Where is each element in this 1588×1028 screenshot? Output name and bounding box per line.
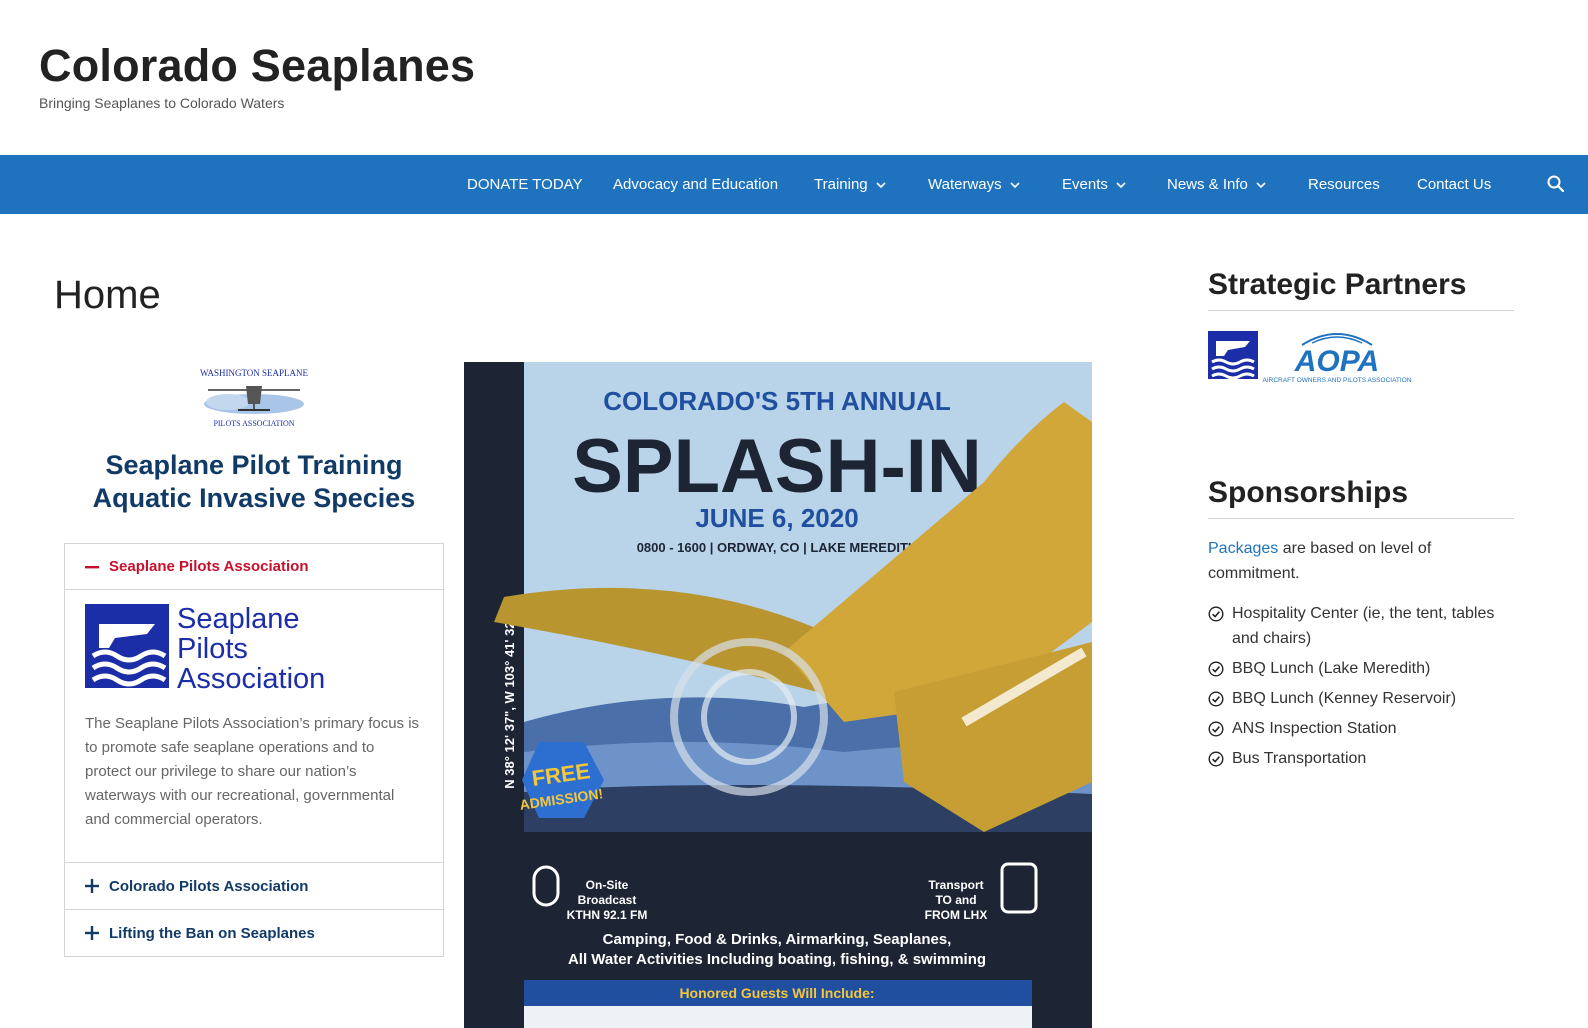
list-item: Bus Transportation <box>1208 746 1514 771</box>
nav-item-label: Events <box>1062 176 1108 193</box>
poster-broadcast-line2: Broadcast <box>578 893 637 907</box>
aopa-logo-text: AOPA <box>1294 345 1379 378</box>
chevron-down-icon <box>876 182 886 189</box>
nav-item-news[interactable]: News & Info <box>1167 155 1266 214</box>
accordion-toggle-spa[interactable]: Seaplane Pilots Association <box>65 544 443 590</box>
spa-logo-text: Seaplane Pilots Association <box>177 603 326 695</box>
list-item: Hospitality Center (ie, the tent, tables… <box>1208 601 1514 651</box>
poster-transport-line1: Transport <box>928 878 983 892</box>
nav-item-label: News & Info <box>1167 176 1248 193</box>
splash-in-poster[interactable]: N 38° 12' 37", W 103° 41' 32" COLORADO'S… <box>464 362 1092 1028</box>
spa-logo[interactable]: Seaplane Pilots Association <box>85 603 423 695</box>
heading-seaplane-training[interactable]: Seaplane Pilot Training <box>64 450 444 481</box>
site-header: Colorado Seaplanes Bringing Seaplanes to… <box>0 0 1588 155</box>
accordion-title: Seaplane Pilots Association <box>109 558 309 575</box>
check-circle-icon <box>1208 661 1224 677</box>
accordion: Seaplane Pilots Association Seaplane Pil… <box>64 543 444 957</box>
nav-item-events[interactable]: Events <box>1062 155 1126 214</box>
list-item: BBQ Lunch (Lake Meredith) <box>1208 656 1514 681</box>
chevron-down-icon <box>1010 182 1020 189</box>
poster-transport-line2: TO and <box>935 893 976 907</box>
accordion-title: Lifting the Ban on Seaplanes <box>109 924 315 942</box>
packages-link[interactable]: Packages <box>1208 540 1278 557</box>
plus-icon <box>85 926 99 940</box>
sponsorships-divider <box>1208 518 1514 519</box>
nav-item-donate[interactable]: DONATE TODAY <box>467 155 583 214</box>
minus-icon <box>85 565 99 568</box>
list-item: BBQ Lunch (Kenney Reservoir) <box>1208 686 1514 711</box>
chevron-down-icon <box>1116 182 1126 189</box>
wspa-logo[interactable]: WASHINGTON SEAPLANE PILOTS ASSOCIATION <box>198 364 310 430</box>
aopa-partner-logo[interactable]: AOPA AIRCRAFT OWNERS AND PILOTS ASSOCIAT… <box>1262 325 1412 385</box>
search-icon[interactable] <box>1546 174 1566 194</box>
nav-item-waterways[interactable]: Waterways <box>928 155 1020 214</box>
poster-activities-line2: All Water Activities Including boating, … <box>568 951 986 968</box>
partners-divider <box>1208 310 1514 311</box>
nav-item-label: Advocacy and Education <box>613 176 779 193</box>
spa-description: The Seaplane Pilots Association’s primar… <box>85 715 420 828</box>
plus-icon <box>85 879 99 893</box>
poster-guests-header: Honored Guests Will Include: <box>679 985 874 1001</box>
nav-item-label: Training <box>814 176 868 193</box>
poster-headline: SPLASH-IN <box>572 424 982 509</box>
poster-broadcast-line3: KTHN 92.1 FM <box>567 908 648 922</box>
list-item: ANS Inspection Station <box>1208 716 1514 741</box>
nav-item-advocacy[interactable]: Advocacy and Education <box>613 155 778 214</box>
nav-item-label: Resources <box>1308 176 1380 193</box>
sponsor-list: Hospitality Center (ie, the tent, tables… <box>1208 601 1514 776</box>
nav-item-label: DONATE TODAY <box>467 176 583 193</box>
accordion-toggle-ban[interactable]: Lifting the Ban on Seaplanes <box>65 910 443 956</box>
accordion-panel-spa: Seaplane Pilots Association The Seaplane… <box>65 590 443 863</box>
nav-item-contact[interactable]: Contact Us <box>1417 155 1491 214</box>
nav-item-resources[interactable]: Resources <box>1308 155 1380 214</box>
poster-activities-line1: Camping, Food & Drinks, Airmarking, Seap… <box>603 931 952 948</box>
main-navigation: DONATE TODAY Advocacy and Education Trai… <box>0 155 1588 214</box>
poster-details: 0800 - 1600 | ORDWAY, CO | LAKE MEREDITH <box>637 540 918 555</box>
check-circle-icon <box>1208 721 1224 737</box>
sponsorships-title: Sponsorships <box>1208 476 1409 509</box>
check-circle-icon <box>1208 606 1224 622</box>
check-circle-icon <box>1208 751 1224 767</box>
nav-item-label: Contact Us <box>1417 176 1492 193</box>
nav-item-label: Waterways <box>928 176 1002 193</box>
poster-headline-small: COLORADO'S 5TH ANNUAL <box>603 386 951 416</box>
nav-item-training[interactable]: Training <box>814 155 886 214</box>
chevron-down-icon <box>1256 182 1266 189</box>
seaplane-wave-icon <box>85 604 169 688</box>
site-tagline: Bringing Seaplanes to Colorado Waters <box>39 95 285 111</box>
check-circle-icon <box>1208 691 1224 707</box>
wspa-logo-line2: PILOTS ASSOCIATION <box>213 419 294 428</box>
poster-coordinates: N 38° 12' 37", W 103° 41' 32" <box>502 615 517 788</box>
partners-title: Strategic Partners <box>1208 268 1467 301</box>
wspa-logo-line1: WASHINGTON SEAPLANE <box>200 368 309 378</box>
aopa-logo-subtext: AIRCRAFT OWNERS AND PILOTS ASSOCIATION <box>1263 377 1412 384</box>
poster-date: JUNE 6, 2020 <box>695 503 858 533</box>
poster-transport-line3: FROM LHX <box>925 908 988 922</box>
accordion-title: Colorado Pilots Association <box>109 877 309 895</box>
accordion-toggle-cpa[interactable]: Colorado Pilots Association <box>65 863 443 909</box>
poster-broadcast-line1: On-Site <box>586 878 629 892</box>
site-title[interactable]: Colorado Seaplanes <box>39 40 475 92</box>
sponsor-intro: Packages are based on level of commitmen… <box>1208 536 1508 586</box>
spa-partner-logo[interactable] <box>1208 331 1258 379</box>
heading-aquatic-invasive[interactable]: Aquatic Invasive Species <box>64 483 444 514</box>
page-title: Home <box>54 273 161 317</box>
